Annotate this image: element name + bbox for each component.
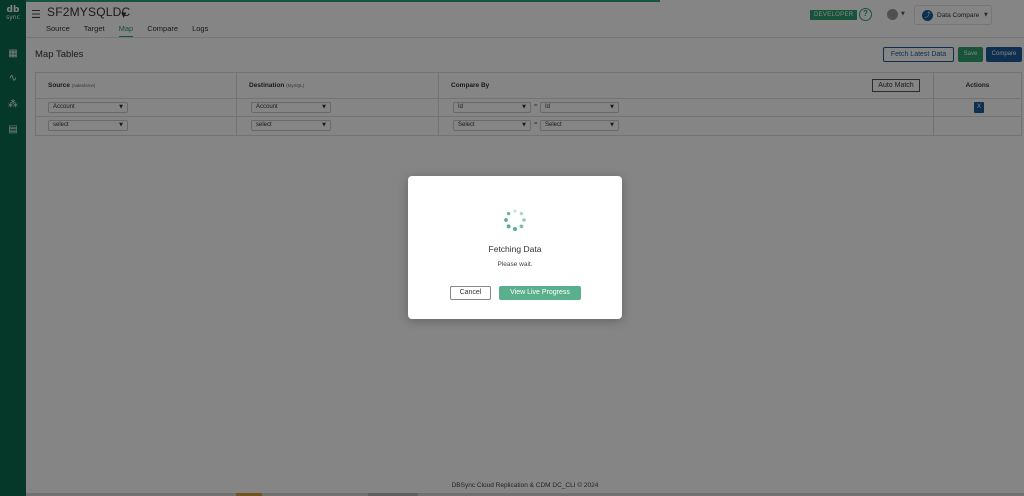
cancel-button[interactable]: Cancel <box>450 286 491 300</box>
loading-spinner-icon <box>504 209 526 231</box>
view-live-progress-button[interactable]: View Live Progress <box>499 286 581 300</box>
modal-subtitle: Please wait. <box>497 261 533 268</box>
fetching-data-modal: Fetching Data Please wait. Cancel View L… <box>408 176 622 319</box>
modal-title: Fetching Data <box>488 244 542 254</box>
